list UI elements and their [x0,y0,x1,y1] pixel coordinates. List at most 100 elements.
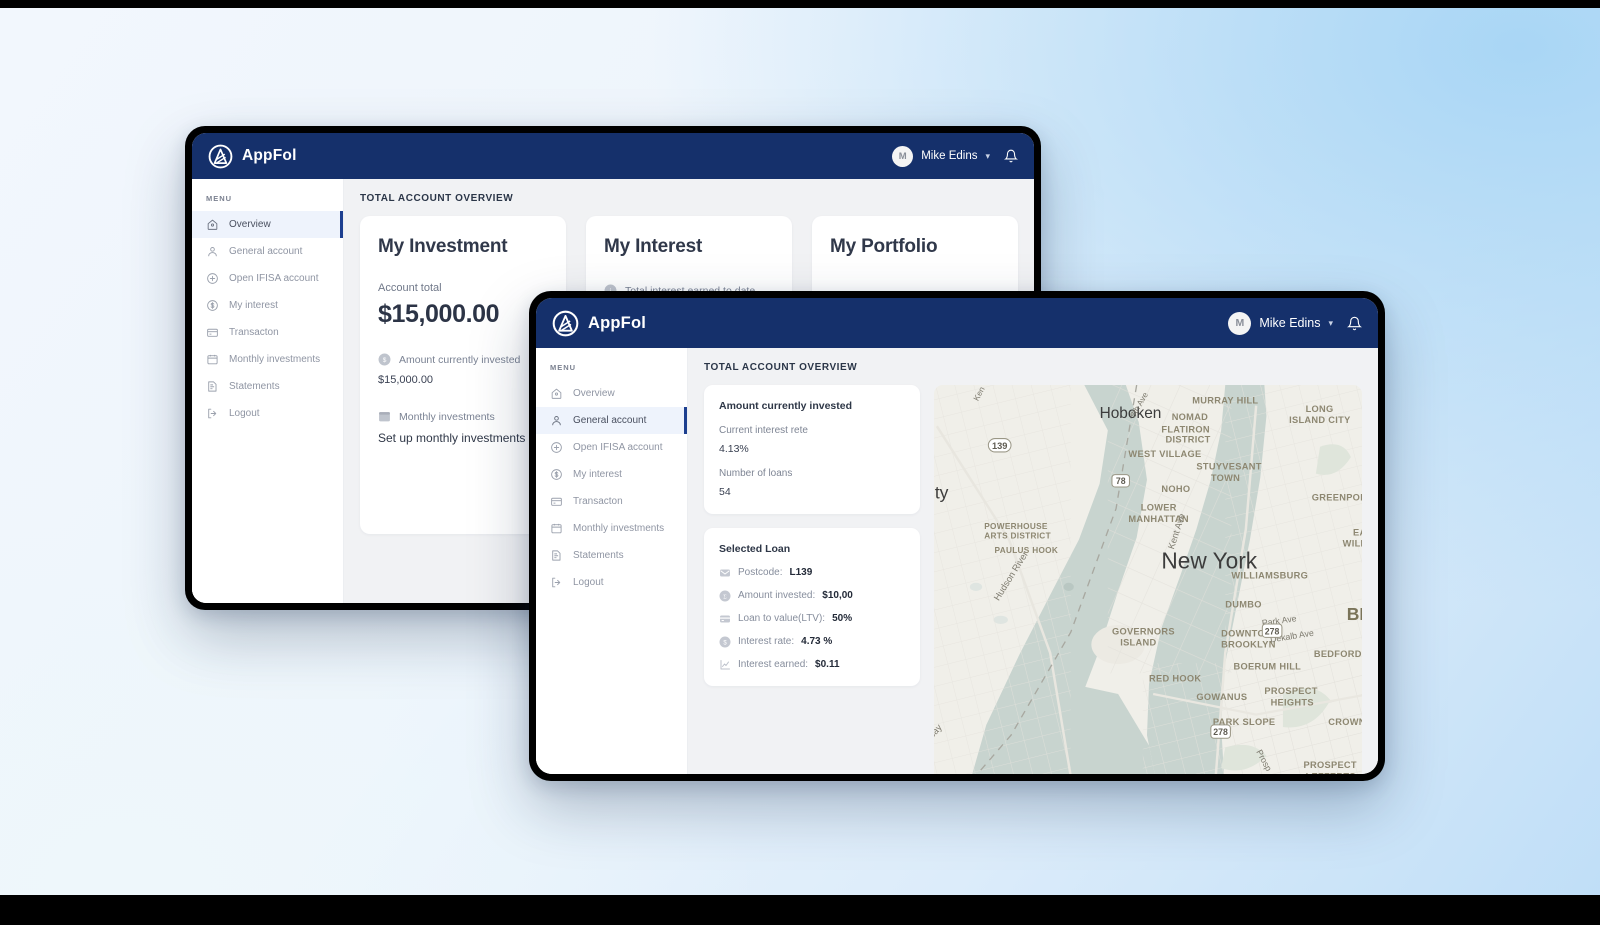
svg-text:278: 278 [1213,727,1228,737]
map-label-district: DISTRICT [1166,435,1211,445]
notification-bell-icon[interactable] [1004,149,1018,163]
plus-circle-icon [550,441,563,454]
map-label-greenpoint: GREENPOINT [1312,492,1362,502]
sidebar-item-label: My interest [573,469,622,480]
chevron-down-icon: ▾ [985,150,990,161]
loan-row: Postcode: L139 [719,566,905,578]
front-window-frame: AppFol M Mike Edins ▾ MENU Overview Gene… [529,291,1385,781]
front-app-body: MENU Overview General account Open IFISA… [536,348,1378,774]
logout-icon [550,576,563,589]
sidebar-item-label: Statements [573,550,624,561]
sidebar-item-label: General account [229,246,303,257]
envelope-icon [719,566,731,578]
front-left-column: Amount currently invested Current intere… [704,385,920,774]
loan-row: Interest earned: $0.11 [719,658,905,670]
route-shield-278-a: 278 [1210,724,1231,739]
map-label-west-village: WEST VILLAGE [1128,449,1201,459]
sidebar-item-open-ifisa-account[interactable]: Open IFISA account [536,434,687,461]
user-name: Mike Edins [1259,316,1321,330]
chart-line-icon [719,658,731,670]
map-label-island-city: ISLAND CITY [1289,415,1351,425]
sidebar-item-logout[interactable]: Logout [192,400,343,427]
dollar-circle-icon [550,468,563,481]
map-label-prospect: PROSPECT [1264,686,1317,696]
appfol-logo-icon [552,310,579,337]
back-user-menu[interactable]: M Mike Edins ▾ [892,145,990,167]
sidebar-item-statements[interactable]: Statements [192,373,343,400]
sidebar-item-label: Open IFISA account [573,442,663,453]
card-heading: My Portfolio [830,236,938,257]
svg-text:$: $ [383,357,387,364]
appfol-logo-icon [208,144,233,169]
map-label-murray-hill: MURRAY HILL [1192,396,1258,406]
sidebar-item-label: Monthly investments [229,354,321,365]
credit-card-icon [206,326,219,339]
sidebar-item-logout[interactable]: Logout [536,569,687,596]
svg-text:139: 139 [992,441,1007,451]
map-label-crown-heights: CROWN HEIGHTS [1328,717,1362,727]
map-label-governors: GOVERNORS [1112,626,1175,636]
route-shield-278-b: 278 [1261,623,1283,638]
front-brand-name: AppFol [588,313,647,332]
sidebar-item-monthly-investments[interactable]: Monthly investments [192,346,343,373]
map-label-powerhouse-arts: POWERHOUSE [984,522,1048,531]
front-user-menu[interactable]: M Mike Edins ▾ [1228,311,1333,335]
map-label-bedford-stuy: BEDFORD-STUY [1314,649,1362,659]
sidebar-item-transacton[interactable]: Transacton [192,319,343,346]
map-label-nomad: NOMAD [1172,412,1209,422]
notification-bell-icon[interactable] [1347,316,1362,331]
sidebar-item-my-interest[interactable]: My interest [192,292,343,319]
dollar-circle-icon: $ [719,635,731,648]
map-label-island: ISLAND [1120,638,1156,648]
loan-row-value: $10,00 [822,589,853,601]
sidebar-item-overview[interactable]: Overview [536,380,687,407]
avatar: M [892,145,914,167]
logout-icon [206,407,219,420]
sidebar-item-label: My interest [229,300,278,311]
new-york-city-map[interactable]: Hoboken City New York BROOKLYN POWERHOUS… [934,385,1362,774]
card-heading: My Interest [604,236,703,257]
monthly-value[interactable]: Set up monthly investments [378,431,548,445]
back-sidebar: MENU Overview General account Open IFISA… [192,179,344,603]
home-icon [550,387,563,400]
sidebar-item-label: Open IFISA account [229,273,319,284]
sidebar-item-label: Transacton [229,327,279,338]
sidebar-item-open-ifisa-account[interactable]: Open IFISA account [192,265,343,292]
sidebar-item-monthly-investments[interactable]: Monthly investments [536,515,687,542]
letterbox-top [0,0,1600,8]
back-brand[interactable]: AppFol [208,144,297,169]
map-label-boerum-hill: BOERUM HILL [1233,661,1301,671]
sidebar-item-label: General account [573,415,647,426]
sidebar-item-transacton[interactable]: Transacton [536,488,687,515]
home-icon [206,218,219,231]
panel-title: Selected Loan [719,543,791,555]
front-topbar-right: M Mike Edins ▾ [1228,311,1362,335]
loan-row-value: $0.11 [815,658,840,670]
map-label-long-island: LONG [1306,404,1334,414]
sidebar-item-overview[interactable]: Overview [192,211,343,238]
sidebar-item-my-interest[interactable]: My interest [536,461,687,488]
sidebar-item-general-account[interactable]: General account [536,407,687,434]
sidebar-item-label: Statements [229,381,280,392]
map-label-brooklyn-dt: BROOKLYN [1221,640,1276,650]
account-total-label: Account total [378,282,442,294]
sidebar-item-statements[interactable]: Statements [536,542,687,569]
sidebar-item-general-account[interactable]: General account [192,238,343,265]
map-label-stuyvesant: STUYVESANT [1196,461,1261,471]
map-label-brooklyn: BROOKLYN [1347,604,1362,624]
letterbox-bottom [0,895,1600,925]
avatar: M [1228,311,1252,335]
map-label-east: EA [1353,527,1362,537]
panel-amount-invested: Amount currently invested Current intere… [704,385,920,514]
invested-value: $15,000.00 [378,374,434,386]
user-icon [550,414,563,427]
map-label-williamsburg-e: WILLIAM [1343,539,1362,549]
front-brand[interactable]: AppFol [552,310,646,337]
svg-text:78: 78 [1116,476,1126,486]
user-name: Mike Edins [921,150,978,162]
loan-row-label: Interest rate: [738,635,795,647]
loan-row-value: 50% [832,612,853,624]
loan-row-value: 4.73 % [801,635,833,647]
sidebar-item-label: Monthly investments [573,523,665,534]
invested-row: $ Amount currently invested [378,353,548,366]
